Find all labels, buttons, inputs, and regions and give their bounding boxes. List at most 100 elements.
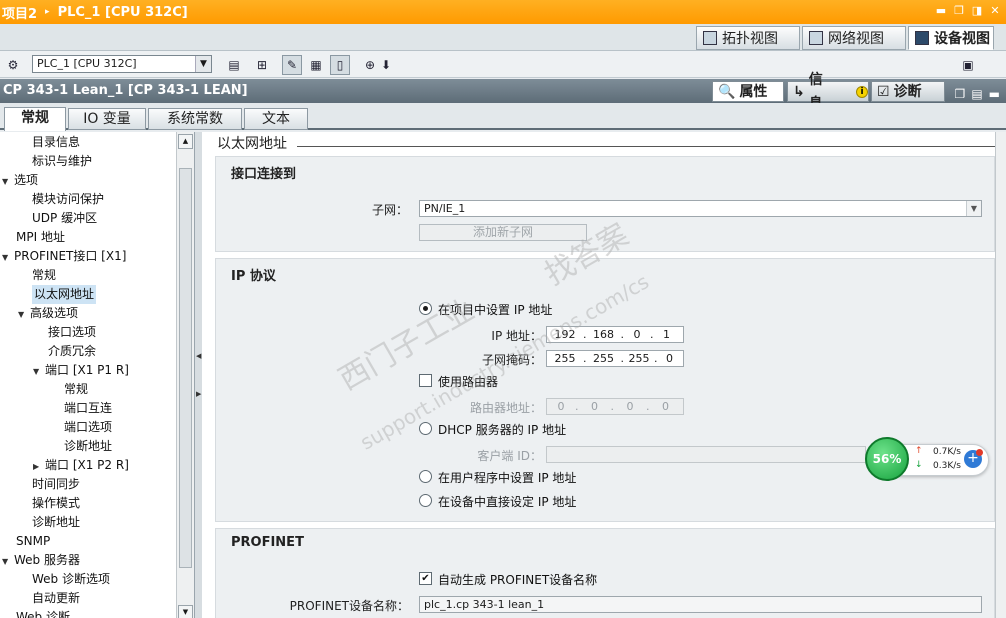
tab-label: 拓扑视图 (722, 31, 778, 47)
expand-right-icon[interactable]: ▶ (33, 457, 45, 476)
tree-item[interactable]: 常规 (32, 266, 56, 285)
tab-topology-view[interactable]: 拓扑视图 (696, 26, 800, 50)
ip-octet: 192 (554, 328, 576, 341)
scroll-thumb[interactable] (179, 168, 192, 568)
upload-rate: 0.7K/s (933, 447, 961, 457)
tree-item[interactable]: 常规 (64, 380, 88, 399)
grid-icon[interactable]: ▦ (306, 55, 326, 75)
radio-label: 在项目中设置 IP 地址 (438, 303, 553, 317)
router-octet: 0 (557, 400, 565, 413)
scroll-down-icon[interactable]: ▼ (178, 605, 193, 618)
tree-item-label: 自动更新 (32, 591, 81, 605)
tree-item[interactable]: ▼ 选项 (2, 171, 38, 190)
tree-item-label: 选项 (14, 173, 39, 187)
tab-diagnostics[interactable]: ☑ 诊断 (871, 81, 945, 102)
restore-icon[interactable]: ❐ (952, 2, 966, 18)
tree-item[interactable]: 时间同步 (32, 475, 80, 494)
device-tree-icon[interactable]: ⚙ (3, 55, 23, 75)
tree-item[interactable]: 诊断地址 (64, 437, 112, 456)
expand-down-icon[interactable]: ▼ (2, 248, 14, 267)
tree-item[interactable]: SNMP (16, 532, 50, 551)
tree-item[interactable]: 端口互连 (64, 399, 112, 418)
expand-down-icon[interactable]: ▼ (33, 362, 45, 381)
hand-icon[interactable]: ✎ (282, 55, 302, 75)
tree-item[interactable]: UDP 缓冲区 (32, 209, 97, 228)
subtab-texts[interactable]: 文本 (244, 108, 308, 130)
minimize-icon[interactable]: ▬ (934, 2, 948, 18)
radio-device-direct[interactable] (419, 494, 432, 507)
usage-circle[interactable]: 56% (865, 437, 909, 481)
device-name[interactable]: PLC_1 [CPU 312C] (58, 5, 188, 20)
subtab-system-constants[interactable]: 系统常数 (148, 108, 242, 130)
panel-title: 接口连接到 (231, 167, 297, 182)
tree-item[interactable]: ▼ 端口 [X1 P1 R] (33, 361, 129, 380)
inspector-header: CP 343-1 Lean_1 [CP 343-1 LEAN] 🔍 属性 ↳ 信… (0, 72, 1006, 112)
device-select[interactable]: PLC_1 [CPU 312C] ▼ (32, 55, 212, 73)
auto-name-checkbox[interactable]: ✔ (419, 572, 432, 585)
tree-item[interactable]: 模块访问保护 (32, 190, 104, 209)
ip-address-field[interactable]: 192. 168. 0. 1 (546, 326, 684, 343)
radio-user-program[interactable] (419, 470, 432, 483)
subnet-select[interactable]: PN/IE_1 ▼ (419, 200, 982, 217)
tree-item[interactable]: 操作模式 (32, 494, 80, 513)
tree-item[interactable]: 自动更新 (32, 589, 80, 608)
tree-item[interactable]: 接口选项 (48, 323, 96, 342)
tab-properties[interactable]: 🔍 属性 (712, 81, 784, 102)
tab-info[interactable]: ↳ 信息 i (787, 72, 869, 112)
tree-item[interactable]: Web 诊断选项 (32, 570, 110, 589)
mask-octet: 255 (554, 352, 576, 365)
profinet-name-field[interactable]: plc_1.cp 343-1 lean_1 (419, 596, 982, 613)
tree-item-label: 端口 [X1 P2 R] (45, 458, 129, 472)
expand-right-icon[interactable]: ▶ (196, 390, 201, 398)
checkbox-label: 自动生成 PROFINET设备名称 (438, 573, 598, 587)
name-icon[interactable]: ⊞ (252, 55, 272, 75)
tree-item-label: 接口选项 (48, 325, 97, 339)
tab-device-view[interactable]: 设备视图 (908, 26, 994, 50)
project-name[interactable]: 项目2 (2, 3, 37, 22)
mask-octet: 0 (666, 352, 673, 365)
content-scrollbar[interactable] (995, 132, 1006, 618)
overview-icon[interactable]: ▤ (224, 55, 244, 75)
collapse-left-icon[interactable]: ◀ (196, 352, 201, 360)
chevron-down-icon[interactable]: ▼ (966, 201, 981, 216)
float-icon[interactable]: ◨ (970, 2, 984, 18)
expand-down-icon[interactable]: ▼ (2, 172, 14, 191)
subtab-general[interactable]: 常规 (4, 107, 66, 131)
use-router-checkbox[interactable] (419, 374, 432, 387)
subtab-io-tags[interactable]: IO 变量 (68, 108, 146, 130)
client-id-field[interactable] (546, 446, 866, 463)
tree-item[interactable]: ▼ PROFINET接口 [X1] (2, 247, 126, 266)
subnet-mask-field[interactable]: 255. 255. 255. 0 (546, 350, 684, 367)
router-address-field[interactable]: 0. 0. 0. 0 (546, 398, 684, 415)
tree-item[interactable]: 介质冗余 (48, 342, 96, 361)
tree-item[interactable]: ▶ 端口 [X1 P2 R] (33, 456, 129, 475)
tree-item[interactable]: Web 诊断 (16, 608, 70, 618)
tree-item[interactable]: 标识与维护 (32, 152, 92, 171)
panel-icon[interactable]: ▣ (958, 55, 978, 75)
tree-item[interactable]: ▼ 高级选项 (18, 304, 78, 323)
tree-item[interactable]: 诊断地址 (32, 513, 80, 532)
inspector-title: CP 343-1 Lean_1 [CP 343-1 LEAN] (3, 83, 248, 98)
add-subnet-button[interactable]: 添加新子网 (419, 224, 587, 241)
zoom-dropdown-icon[interactable]: ⬇ (376, 55, 396, 75)
page-break-icon[interactable]: ▯ (330, 55, 350, 75)
property-subtabs: 常规 IO 变量 系统常数 文本 (0, 103, 1006, 131)
tree-item[interactable]: ▼ Web 服务器 (2, 551, 80, 570)
expand-down-icon[interactable]: ▼ (2, 552, 14, 571)
splitter[interactable]: ◀ ▶ (195, 132, 202, 618)
tree-item[interactable]: MPI 地址 (16, 228, 65, 247)
tree-scrollbar[interactable]: ▲ ▼ (176, 132, 194, 618)
router-octet: 0 (591, 400, 598, 413)
tree-item[interactable]: 目录信息 (32, 133, 80, 152)
close-icon[interactable]: ✕ (988, 2, 1002, 18)
tab-network-view[interactable]: 网络视图 (802, 26, 906, 50)
radio-dhcp[interactable] (419, 422, 432, 435)
expand-down-icon[interactable]: ▼ (18, 305, 30, 324)
tree-item-label: 端口选项 (64, 420, 113, 434)
chevron-down-icon[interactable]: ▼ (195, 56, 211, 72)
radio-project-ip[interactable] (419, 302, 432, 315)
tree-item[interactable]: 端口选项 (64, 418, 112, 437)
scroll-up-icon[interactable]: ▲ (178, 134, 193, 149)
network-speed-widget[interactable]: 56% ↑ 0.7K/s ↓ 0.3K/s + (865, 437, 990, 481)
tree-item[interactable]: 以太网地址 (32, 285, 97, 304)
